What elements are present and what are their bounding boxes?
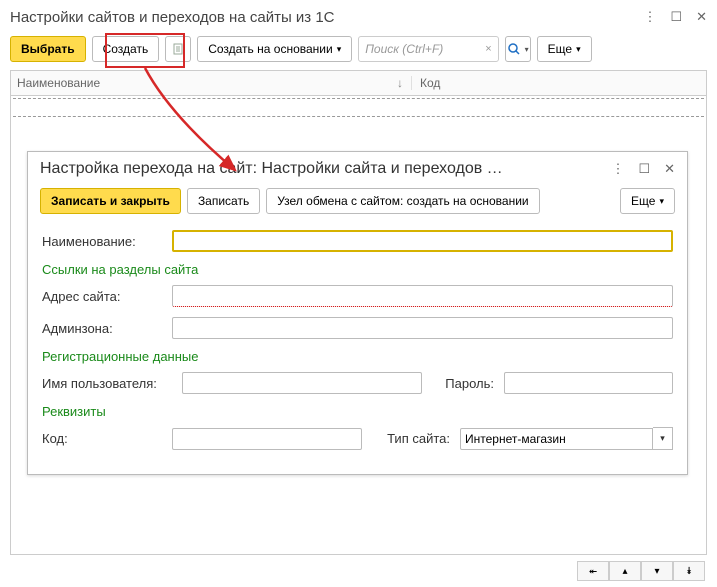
document-icon [171,42,185,56]
clear-icon[interactable]: × [485,43,491,55]
nav-up-button[interactable]: ▴ [609,561,641,581]
adminzone-label: Админзона: [42,321,162,336]
code-label: Код: [42,431,162,446]
empty-row [13,98,704,117]
search-input[interactable] [365,42,485,56]
name-label: Наименование: [42,234,162,249]
save-close-button[interactable]: Записать и закрыть [40,188,181,214]
password-input[interactable] [504,372,673,394]
create-button[interactable]: Создать [92,36,160,62]
dialog-title: Настройка перехода на сайт: Настройки са… [40,160,611,178]
props-section-header: Реквизиты [42,404,673,419]
adminzone-input[interactable] [172,317,673,339]
edit-dialog: Настройка перехода на сайт: Настройки са… [27,151,688,475]
username-input[interactable] [182,372,422,394]
dialog-more-button[interactable]: Еще ▾ [620,188,675,214]
kebab-menu-icon[interactable]: ⋮ [643,9,656,25]
chevron-down-icon: ▾ [576,44,581,55]
search-field[interactable]: × [358,36,498,62]
chevron-down-icon: ▾ [337,44,342,55]
footer-nav: ⯬ ▴ ▾ ⯯ [577,561,705,581]
more-button[interactable]: Еще ▾ [537,36,592,62]
password-label: Пароль: [432,376,494,391]
site-addr-input[interactable] [172,285,673,307]
save-button[interactable]: Записать [187,188,260,214]
site-type-select[interactable] [460,428,653,450]
chevron-up-icon: ▴ [622,566,627,577]
column-header-code[interactable]: Код [412,76,440,90]
maximize-icon[interactable]: ☐ [670,9,682,25]
reg-section-header: Регистрационные данные [42,349,673,364]
site-type-label: Тип сайта: [372,431,450,446]
chevron-down-icon: ▾ [659,196,664,207]
nav-down-button[interactable]: ▾ [641,561,673,581]
username-label: Имя пользователя: [42,376,172,391]
chevron-down-icon: ▾ [660,433,665,444]
sort-arrow-icon: ↓ [397,76,403,90]
list-table: Наименование ↓ Код Настройка перехода на… [10,70,707,555]
close-icon[interactable]: ✕ [696,9,707,25]
close-icon[interactable]: ✕ [664,161,675,177]
kebab-menu-icon[interactable]: ⋮ [611,161,624,177]
chevron-down-icon: ▾ [525,45,529,54]
node-based-button[interactable]: Узел обмена с сайтом: создать на основан… [266,188,539,214]
dropdown-button[interactable]: ▾ [653,427,673,450]
select-button[interactable]: Выбрать [10,36,86,62]
name-input[interactable] [172,230,673,252]
search-button[interactable]: ▾ [505,36,531,62]
column-header-name[interactable]: Наименование ↓ [17,76,412,90]
maximize-icon[interactable]: ☐ [638,161,650,177]
site-addr-label: Адрес сайта: [42,289,162,304]
window-title: Настройки сайтов и переходов на сайты из… [10,9,643,26]
chevron-down-icon: ▾ [654,566,659,577]
links-section-header: Ссылки на разделы сайта [42,262,673,277]
magnifier-icon [507,42,521,56]
nav-first-button[interactable]: ⯬ [577,561,609,581]
create-based-button[interactable]: Создать на основании ▾ [197,36,352,62]
double-chevron-up-icon: ⯬ [589,566,597,577]
double-chevron-down-icon: ⯯ [686,566,692,577]
copy-button[interactable] [165,36,191,62]
code-input[interactable] [172,428,362,450]
nav-last-button[interactable]: ⯯ [673,561,705,581]
